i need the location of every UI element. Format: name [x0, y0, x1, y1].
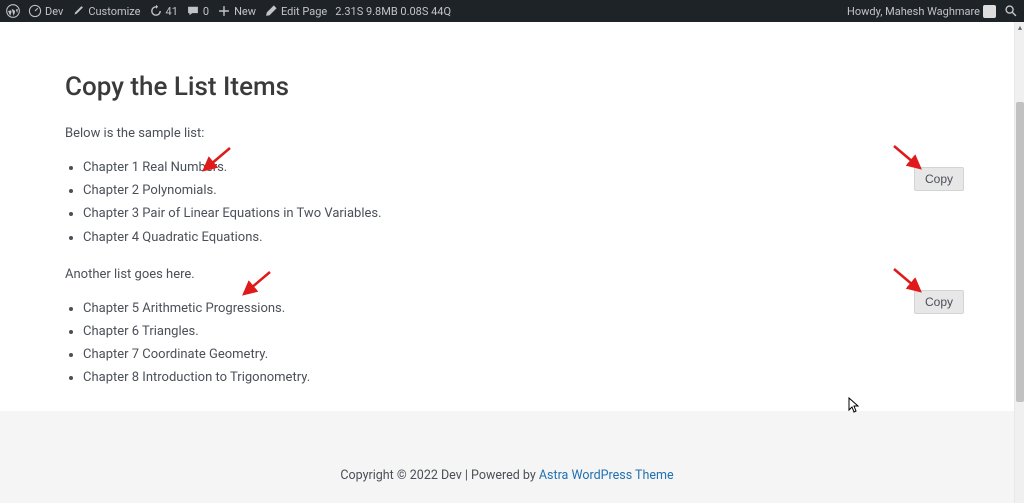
list-item: Chapter 3 Pair of Linear Equations in Tw… [83, 205, 964, 223]
comments-link[interactable]: 0 [186, 4, 209, 18]
updates-link[interactable]: 41 [149, 4, 178, 18]
page-title: Copy the List Items [65, 72, 964, 102]
list-item: Chapter 7 Coordinate Geometry. [83, 346, 964, 364]
new-label: New [234, 5, 256, 18]
avatar [983, 5, 996, 18]
list-1: Chapter 1 Real Numbers. Chapter 2 Polyno… [83, 159, 964, 247]
wordpress-icon [6, 4, 20, 18]
list-2: Chapter 5 Arithmetic Progressions. Chapt… [83, 300, 964, 388]
copyright-text: Copyright © 2022 Dev | Powered by [340, 468, 539, 483]
plus-icon [217, 4, 231, 18]
scrollbar-thumb[interactable] [1016, 102, 1024, 402]
copy-button-1[interactable]: Copy [914, 167, 964, 191]
adminbar-right: Howdy, Mahesh Waghmare [847, 4, 1018, 18]
pencil-icon [264, 4, 278, 18]
list-item: Chapter 1 Real Numbers. [83, 159, 964, 177]
query-monitor[interactable]: 2.31S 9.8MB 0.08S 44Q [335, 5, 451, 18]
scroll-up-arrow[interactable]: ▴ [1015, 22, 1024, 32]
wp-admin-bar: Dev Customize 41 0 New Edit Page 2.31S 9… [0, 0, 1024, 22]
mid-text: Another list goes here. [65, 267, 964, 282]
list-item: Chapter 6 Triangles. [83, 323, 964, 341]
site-menu[interactable]: Dev [28, 4, 63, 18]
page-content: Copy the List Items Below is the sample … [0, 22, 1024, 428]
list-item: Chapter 5 Arithmetic Progressions. [83, 300, 964, 318]
vertical-scrollbar[interactable]: ▴ [1014, 22, 1024, 503]
update-icon [149, 4, 163, 18]
comments-count: 0 [203, 5, 209, 18]
copy-button-2[interactable]: Copy [914, 290, 964, 314]
site-name: Dev [45, 5, 63, 18]
list-item: Chapter 2 Polynomials. [83, 182, 964, 200]
edit-page-label: Edit Page [281, 5, 327, 18]
footer-text: Copyright © 2022 Dev | Powered by Astra … [340, 468, 673, 483]
adminbar-left: Dev Customize 41 0 New Edit Page 2.31S 9… [6, 4, 451, 18]
search-icon [1004, 4, 1018, 18]
search-toggle[interactable] [1004, 4, 1018, 18]
new-content-link[interactable]: New [217, 4, 256, 18]
site-footer: Copyright © 2022 Dev | Powered by Astra … [0, 411, 1014, 503]
brush-icon [71, 4, 85, 18]
comment-icon [186, 4, 200, 18]
account-menu[interactable]: Howdy, Mahesh Waghmare [847, 5, 996, 18]
dashboard-icon [28, 4, 42, 18]
customize-label: Customize [88, 5, 140, 18]
perf-stats: 2.31S 9.8MB 0.08S 44Q [335, 5, 451, 18]
edit-page-link[interactable]: Edit Page [264, 4, 327, 18]
theme-link[interactable]: Astra WordPress Theme [539, 468, 674, 483]
howdy-text: Howdy, Mahesh Waghmare [847, 5, 980, 18]
intro-text: Below is the sample list: [65, 126, 964, 141]
list-item: Chapter 8 Introduction to Trigonometry. [83, 369, 964, 387]
updates-count: 41 [166, 5, 178, 18]
list-item: Chapter 4 Quadratic Equations. [83, 229, 964, 247]
customize-link[interactable]: Customize [71, 4, 140, 18]
wp-logo[interactable] [6, 4, 20, 18]
